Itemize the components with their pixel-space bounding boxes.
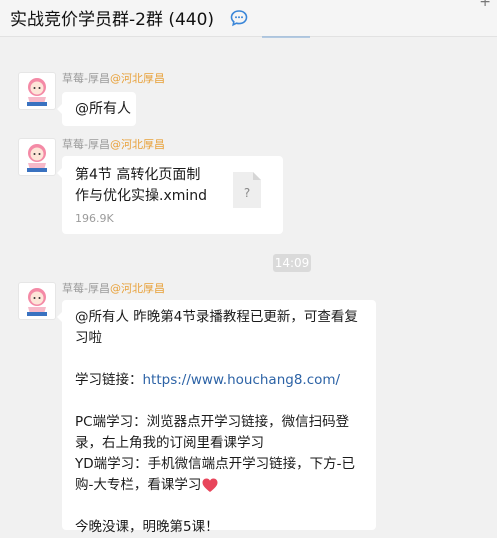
message-line: @所有人 昨晚第4节录播教程已更新，可查看复 bbox=[75, 309, 358, 325]
message-body: @所有人 昨晚第4节录播教程已更新，可查看复 习啦 学习链接：https://w… bbox=[75, 307, 375, 538]
sender-label: 草莓-厚昌@河北厚昌 bbox=[62, 136, 165, 152]
message-bubble[interactable]: @所有人 bbox=[57, 92, 136, 126]
sender-name: 草莓-厚昌 bbox=[62, 72, 110, 85]
group-title[interactable]: 实战竞价学员群-2群 (440) bbox=[10, 5, 214, 30]
chat-bubble-icon[interactable] bbox=[230, 9, 248, 27]
message-line: YD端学习：手机微信端点开学习链接，下方-已 bbox=[75, 456, 356, 472]
avatar-icon[interactable] bbox=[18, 282, 56, 320]
file-card[interactable]: 第4节 高转化页面制 作与优化实操.xmind 196.9K ? bbox=[57, 156, 283, 234]
file-name: 第4节 高转化页面制 作与优化实操.xmind bbox=[75, 167, 208, 204]
sender-label: 草莓-厚昌@河北厚昌 bbox=[62, 280, 165, 296]
previous-message-fragment bbox=[262, 36, 322, 44]
sender-location: @河北厚昌 bbox=[109, 72, 165, 85]
file-size: 196.9K bbox=[75, 212, 114, 225]
message-line: 习啦 bbox=[75, 330, 102, 346]
sender-location: @河北厚昌 bbox=[109, 282, 165, 295]
avatar-icon[interactable] bbox=[18, 138, 56, 176]
message-line: 录，右上角我的订阅里看课学习 bbox=[75, 435, 264, 451]
message-line bbox=[75, 391, 375, 412]
message-line-with-heart: 购-大专栏，看课学习 bbox=[75, 475, 375, 496]
xmind-file-icon: ? bbox=[233, 172, 261, 208]
sender-location: @河北厚昌 bbox=[109, 138, 165, 151]
message-line bbox=[75, 349, 375, 370]
sender-name: 草莓-厚昌 bbox=[62, 282, 110, 295]
course-link[interactable]: https://www.houchang8.com/ bbox=[143, 372, 341, 388]
message-line: PC端学习：浏览器点开学习链接，微信扫码登 bbox=[75, 414, 350, 430]
message-bubble[interactable]: @所有人 昨晚第4节录播教程已更新，可查看复 习啦 学习链接：https://w… bbox=[57, 300, 376, 535]
sender-label: 草莓-厚昌@河北厚昌 bbox=[62, 70, 165, 86]
avatar-icon[interactable] bbox=[18, 72, 56, 110]
svg-text:?: ? bbox=[244, 186, 250, 200]
message-line bbox=[75, 496, 375, 517]
sender-name: 草莓-厚昌 bbox=[62, 138, 110, 151]
chat-header: 实战竞价学员群-2群 (440) + bbox=[0, 0, 497, 37]
heart-emoji-icon bbox=[202, 478, 218, 492]
link-line: 学习链接：https://www.houchang8.com/ bbox=[75, 372, 341, 388]
add-button[interactable]: + bbox=[479, 0, 491, 10]
message-text: @所有人 bbox=[75, 101, 131, 117]
message-line: 今晚没课，明晚第5课！ bbox=[75, 519, 219, 535]
time-divider: 14:09 bbox=[273, 254, 311, 272]
